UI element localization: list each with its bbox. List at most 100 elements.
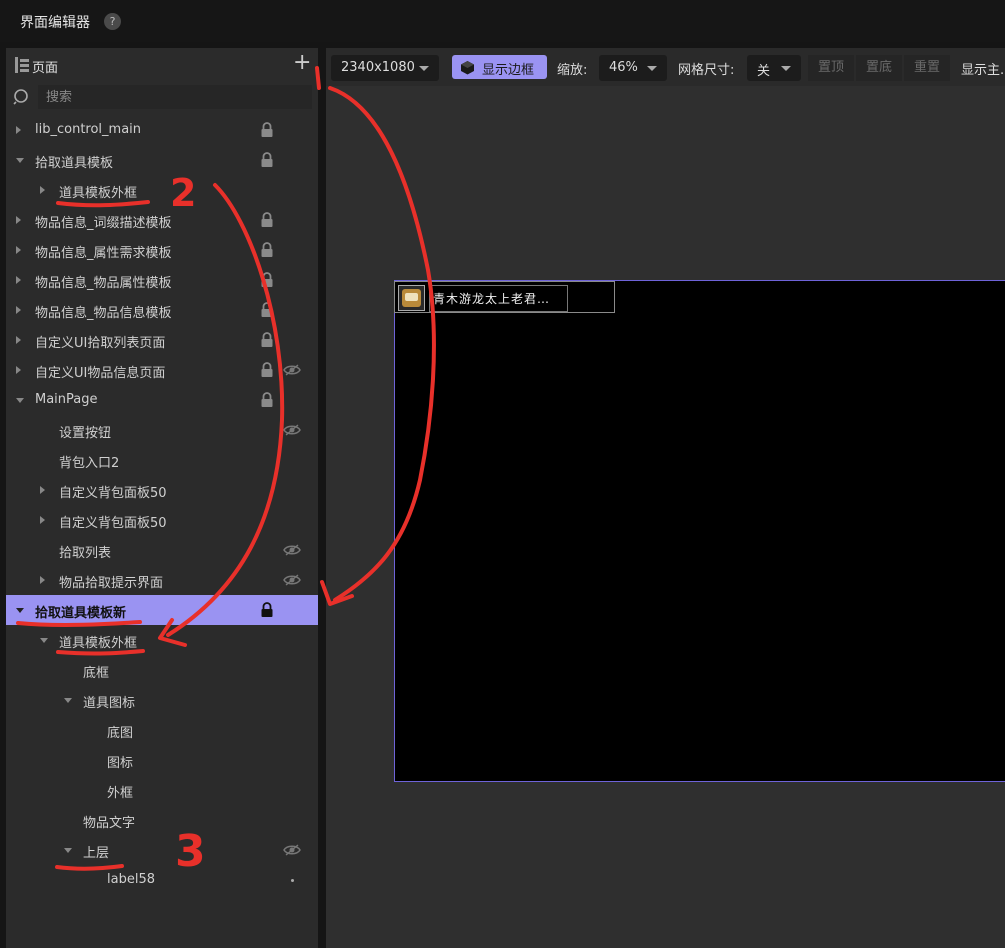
send-to-bottom-button[interactable]: 置底 xyxy=(856,55,902,81)
tree-item[interactable]: 底框 xyxy=(6,655,318,685)
grid-size-value: 关 xyxy=(757,64,771,79)
tree-item[interactable]: 自定义背包面板50 xyxy=(6,475,318,505)
expand-down-icon[interactable] xyxy=(16,608,24,613)
lock-icon[interactable] xyxy=(260,602,274,622)
resolution-select[interactable]: 2340x1080 xyxy=(331,55,439,81)
add-page-button[interactable]: + xyxy=(293,52,311,74)
eye-hidden-icon[interactable] xyxy=(283,574,301,590)
tree-item-label: 上层 xyxy=(83,846,110,861)
tree-item[interactable]: 自定义UI拾取列表页面 xyxy=(6,325,318,355)
show-border-button[interactable]: 显示边框 xyxy=(452,55,547,79)
tree-item[interactable]: 物品信息_属性需求模板 xyxy=(6,235,318,265)
lock-icon[interactable] xyxy=(260,272,274,292)
expand-right-icon[interactable] xyxy=(16,336,21,344)
tree-item[interactable]: MainPage xyxy=(6,385,318,415)
expand-right-icon[interactable] xyxy=(16,366,21,374)
tree-item-label: 自定义背包面板50 xyxy=(59,486,167,501)
tree-item-label: 底框 xyxy=(83,666,110,681)
artboard[interactable] xyxy=(394,280,1005,782)
expand-right-icon[interactable] xyxy=(40,516,45,524)
reset-button[interactable]: 重置 xyxy=(904,55,950,81)
tree-item[interactable]: 上层 xyxy=(6,835,318,865)
tree-item-label: 物品信息_物品属性模板 xyxy=(35,276,172,291)
tree-item[interactable]: 道具模板外框 xyxy=(6,175,318,205)
resolution-value: 2340x1080 xyxy=(341,60,415,75)
tree-item[interactable]: 道具模板外框 xyxy=(6,625,318,655)
lock-icon[interactable] xyxy=(260,122,274,142)
tree-item-label: 背包入口2 xyxy=(59,456,120,471)
lock-icon[interactable] xyxy=(260,242,274,262)
help-icon[interactable]: ? xyxy=(104,13,121,30)
tree-item[interactable]: lib_control_main xyxy=(6,115,318,145)
cube-icon xyxy=(461,61,474,75)
tree-item-label: lib_control_main xyxy=(35,122,142,137)
expand-down-icon[interactable] xyxy=(16,398,24,403)
expand-right-icon[interactable] xyxy=(16,306,21,314)
tree-item-label: 物品信息_物品信息模板 xyxy=(35,306,172,321)
tree-item-label: 道具模板外框 xyxy=(59,186,138,201)
tree-item[interactable]: 背包入口2 xyxy=(6,445,318,475)
tree-item[interactable]: 物品信息_词缀描述模板 xyxy=(6,205,318,235)
tree-item[interactable]: 道具图标 xyxy=(6,685,318,715)
panel-divider[interactable] xyxy=(318,48,326,948)
grid-size-select[interactable]: 关 xyxy=(747,55,801,81)
zoom-label: 缩放: xyxy=(557,63,588,78)
panel-title: 页面 xyxy=(32,61,59,76)
lock-icon[interactable] xyxy=(260,212,274,232)
lock-icon[interactable] xyxy=(260,392,274,412)
tree-item[interactable]: 底图 xyxy=(6,715,318,745)
show-border-label: 显示边框 xyxy=(482,63,535,78)
expand-right-icon[interactable] xyxy=(40,186,45,194)
lock-icon[interactable] xyxy=(260,362,274,382)
tree-item-label: 物品文字 xyxy=(83,816,136,831)
tree-item[interactable]: 设置按钮 xyxy=(6,415,318,445)
eye-hidden-icon[interactable] xyxy=(283,364,301,380)
expand-down-icon[interactable] xyxy=(64,848,72,853)
item-text: 青木游龙太上老君… xyxy=(433,292,551,306)
tree-item[interactable]: 物品信息_物品属性模板 xyxy=(6,265,318,295)
item-icon[interactable] xyxy=(398,285,425,311)
tree-item[interactable]: 物品拾取提示界面 xyxy=(6,565,318,595)
tree-item[interactable]: 物品信息_物品信息模板 xyxy=(6,295,318,325)
app-title: 界面编辑器 xyxy=(20,15,90,31)
eye-hidden-icon[interactable] xyxy=(283,424,301,440)
expand-down-icon[interactable] xyxy=(64,698,72,703)
bring-to-top-button[interactable]: 置顶 xyxy=(808,55,854,81)
show-main-toggle[interactable]: 显示主... xyxy=(961,59,1005,78)
lock-icon[interactable] xyxy=(260,332,274,352)
expand-down-icon[interactable] xyxy=(40,638,48,643)
zoom-select[interactable]: 46% xyxy=(599,55,667,81)
expand-right-icon[interactable] xyxy=(16,216,21,224)
tree-item-label: 拾取道具模板新 xyxy=(35,606,127,621)
dot-icon xyxy=(291,879,294,882)
expand-right-icon[interactable] xyxy=(16,126,21,134)
tree-item[interactable]: 自定义背包面板50 xyxy=(6,505,318,535)
expand-right-icon[interactable] xyxy=(16,276,21,284)
tree-item[interactable]: 外框 xyxy=(6,775,318,805)
lock-icon[interactable] xyxy=(260,152,274,172)
chevron-down-icon xyxy=(419,66,429,71)
expand-right-icon[interactable] xyxy=(40,486,45,494)
expand-down-icon[interactable] xyxy=(16,158,24,163)
tree-item[interactable]: 自定义UI物品信息页面 xyxy=(6,355,318,385)
tree-item-label: 自定义UI物品信息页面 xyxy=(35,366,166,381)
tree-item-selected[interactable]: 拾取道具模板新 xyxy=(6,595,318,625)
tree-item[interactable]: 物品文字 xyxy=(6,805,318,835)
eye-hidden-icon[interactable] xyxy=(283,544,301,560)
expand-right-icon[interactable] xyxy=(40,576,45,584)
expand-right-icon[interactable] xyxy=(16,246,21,254)
search-input[interactable] xyxy=(38,85,312,109)
tree-item-label: 道具模板外框 xyxy=(59,636,138,651)
tree-item[interactable]: 拾取列表 xyxy=(6,535,318,565)
search-row xyxy=(6,84,318,110)
eye-hidden-icon[interactable] xyxy=(283,844,301,860)
title-bar: 界面编辑器 ? xyxy=(0,0,1005,42)
tree-item[interactable]: 拾取道具模板 xyxy=(6,145,318,175)
tree-item-label: 图标 xyxy=(107,756,134,771)
tree-item[interactable]: 图标 xyxy=(6,745,318,775)
tree-item-label: 道具图标 xyxy=(83,696,136,711)
lock-icon[interactable] xyxy=(260,302,274,322)
page-tree-panel: 页面 + lib_control_main拾取道具模板道具模板外框物品信息_词缀… xyxy=(6,48,318,948)
tree-item-label: 拾取道具模板 xyxy=(35,156,114,171)
tree-item[interactable]: label58 xyxy=(6,865,318,895)
